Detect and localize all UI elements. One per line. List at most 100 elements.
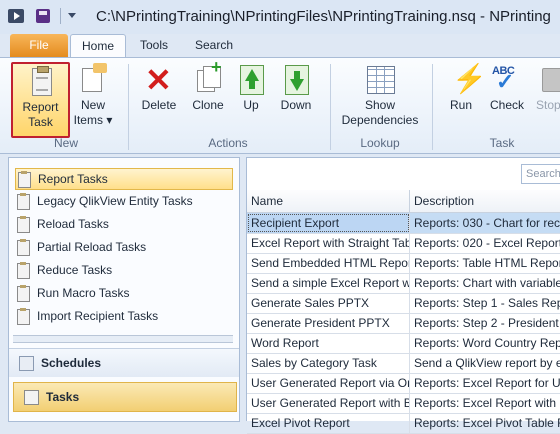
cell-name: Word Report	[247, 333, 410, 353]
stop-button[interactable]: Stop	[536, 62, 560, 113]
clipboard-icon	[26, 66, 56, 98]
show-dependencies-button[interactable]: Show Dependencies	[340, 62, 420, 128]
app-icon[interactable]	[8, 9, 24, 23]
group-separator	[330, 64, 331, 150]
cell-name: Generate President PPTX	[247, 313, 410, 333]
title-bar: C:\NPrintingTraining\NPrintingFiles\NPri…	[0, 0, 560, 34]
nav-tasks[interactable]: Tasks	[13, 382, 237, 412]
cell-description: Reports: Step 1 - Sales Repor	[414, 296, 560, 310]
delete-icon: ✕	[145, 62, 172, 98]
qat-dropdown-icon[interactable]	[68, 13, 76, 18]
table-row[interactable]: Send a simple Excel Report wit Reports: …	[247, 273, 560, 294]
save-icon[interactable]	[36, 9, 50, 23]
nav-schedules[interactable]: Schedules	[9, 348, 239, 377]
stop-icon	[536, 64, 560, 96]
run-label: Run	[449, 98, 472, 112]
table-row[interactable]: Generate President PPTX Reports: Step 2 …	[247, 313, 560, 334]
sidebar-item-import-recipient-tasks[interactable]: Import Recipient Tasks	[15, 306, 231, 326]
show-dependencies-label: Show Dependencies	[341, 98, 419, 127]
run-button[interactable]: ⚡ Run	[444, 62, 487, 113]
group-label-lookup: Lookup	[360, 136, 400, 150]
table-row[interactable]: Recipient Export Reports: 030 - Chart fo…	[247, 213, 560, 234]
table-row[interactable]: Excel Pivot Report Reports: Excel Pivot …	[247, 413, 560, 434]
down-button[interactable]: Down	[278, 62, 314, 113]
lightning-icon: ⚡	[452, 63, 487, 94]
tab-search[interactable]: Search	[186, 34, 242, 57]
cell-name: Generate Sales PPTX	[247, 293, 410, 313]
sidebar-item-label: Report Tasks	[38, 172, 108, 186]
column-header-name[interactable]: Name	[247, 190, 410, 212]
down-label: Down	[280, 98, 312, 112]
search-input[interactable]: Search	[521, 164, 560, 184]
table-row[interactable]: User Generated Report with Bc Reports: E…	[247, 393, 560, 414]
qat-separator	[60, 8, 61, 24]
cell-name: Send Embedded HTML Report	[247, 253, 410, 273]
clone-icon: +	[193, 58, 223, 96]
cell-description: Reports: Excel Report for Use	[414, 376, 560, 390]
sidebar-item-legacy-qlikview-entity-tasks[interactable]: Legacy QlikView Entity Tasks	[15, 191, 231, 211]
table-row[interactable]: Send Embedded HTML Report Reports: Table…	[247, 253, 560, 274]
tab-file[interactable]: File	[10, 34, 68, 57]
task-icon	[18, 171, 31, 188]
cell-description: Reports: Excel Report with C	[414, 396, 560, 410]
group-separator	[128, 64, 129, 150]
cell-name: Excel Pivot Report	[247, 413, 410, 433]
nav-schedules-label: Schedules	[41, 356, 102, 370]
task-list-panel: Search Name Description Recipient Export…	[246, 157, 560, 434]
clone-button[interactable]: + Clone	[188, 58, 228, 113]
sidebar-item-label: Run Macro Tasks	[37, 286, 130, 300]
cell-description: Reports: Excel Pivot Table Rep	[414, 416, 560, 430]
report-task-label: Report Task	[22, 100, 59, 129]
sidebar-item-label: Reload Tasks	[37, 217, 109, 231]
task-icon	[17, 239, 30, 256]
cell-description: Reports: Chart with variable	[414, 276, 560, 290]
table-row[interactable]: Excel Report with Straight Tabl Reports:…	[247, 233, 560, 254]
cell-description: Reports: 020 - Excel Report -	[414, 236, 560, 250]
clipboard-icon	[24, 390, 39, 405]
report-task-button[interactable]: Report Task	[11, 62, 70, 138]
task-icon	[17, 262, 30, 279]
group-label-new: New	[53, 136, 78, 150]
table-row[interactable]: Word Report Reports: Word Country Repor	[247, 333, 560, 354]
grid-header: Name Description	[247, 190, 560, 213]
sidebar-item-run-macro-tasks[interactable]: Run Macro Tasks	[15, 283, 231, 303]
sidebar-item-report-tasks[interactable]: Report Tasks	[15, 168, 233, 190]
table-row[interactable]: Sales by Category Task Send a QlikView r…	[247, 353, 560, 374]
sidebar-item-label: Legacy QlikView Entity Tasks	[37, 194, 193, 208]
cell-description: Reports: Word Country Repor	[414, 336, 560, 350]
task-icon	[17, 216, 30, 233]
group-label-actions: Actions	[208, 136, 248, 150]
sidebar-item-reload-tasks[interactable]: Reload Tasks	[15, 214, 231, 234]
table-row[interactable]: User Generated Report via On Reports: Ex…	[247, 373, 560, 394]
up-arrow-icon	[236, 64, 266, 96]
new-items-icon	[78, 63, 108, 96]
window-title: C:\NPrintingTraining\NPrintingFiles\NPri…	[96, 8, 551, 25]
sidebar-item-label: Import Recipient Tasks	[37, 309, 159, 323]
cell-description: Reports: Step 2 - President R	[414, 316, 560, 330]
task-icon	[17, 285, 30, 302]
table-row[interactable]: Generate Sales PPTX Reports: Step 1 - Sa…	[247, 293, 560, 314]
cell-name: User Generated Report via On	[247, 373, 410, 393]
cell-name: Excel Report with Straight Tabl	[247, 233, 410, 253]
sidebar-item-partial-reload-tasks[interactable]: Partial Reload Tasks	[15, 237, 231, 257]
sidebar-item-label: Reduce Tasks	[37, 263, 113, 277]
cell-name: Send a simple Excel Report wit	[247, 273, 410, 293]
up-button[interactable]: Up	[236, 62, 266, 113]
new-items-button[interactable]: New Items ▾	[70, 62, 116, 128]
tab-home[interactable]: Home	[70, 34, 126, 59]
sidebar-item-label: Partial Reload Tasks	[37, 240, 147, 254]
delete-label: Delete	[141, 98, 177, 112]
sidebar-item-reduce-tasks[interactable]: Reduce Tasks	[15, 260, 231, 280]
down-arrow-icon	[281, 64, 311, 96]
tab-tools[interactable]: Tools	[130, 34, 178, 57]
panel-splitter[interactable]	[13, 335, 233, 343]
delete-button[interactable]: ✕ Delete	[140, 62, 178, 113]
new-items-label: New Items ▾	[73, 98, 113, 127]
cell-description: Reports: Table HTML Report	[414, 256, 560, 270]
calendar-icon	[19, 356, 34, 371]
check-button[interactable]: ABC ✓ Check	[488, 62, 526, 113]
column-header-description[interactable]: Description	[410, 190, 560, 212]
ribbon: Report Task New Items ▾ New ✕ Delete + C…	[0, 57, 560, 154]
group-label-task: Task	[489, 136, 515, 150]
dependencies-grid-icon	[365, 64, 395, 96]
